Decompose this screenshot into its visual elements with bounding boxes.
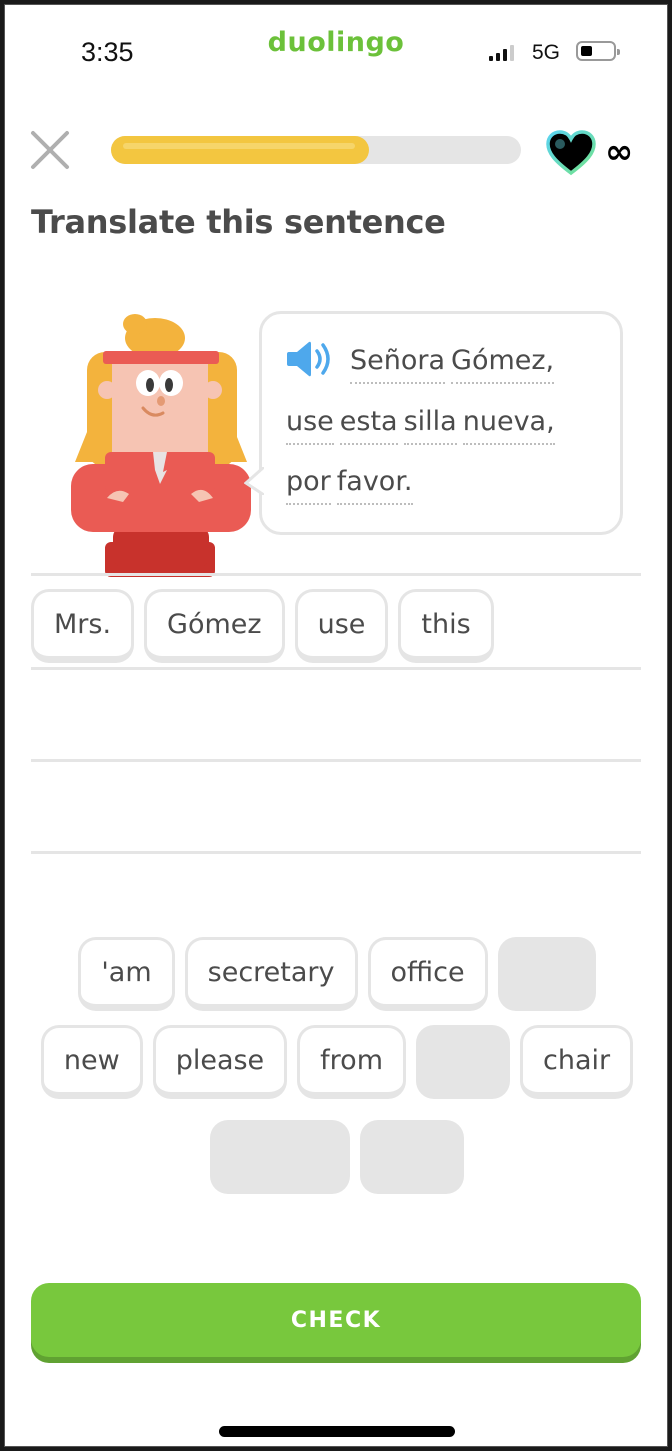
check-button[interactable]: CHECK	[31, 1283, 641, 1357]
word-bank-tile[interactable]: 'am	[78, 937, 175, 1011]
character-illustration	[71, 314, 251, 577]
answer-area: Mrs. Gómez use this	[31, 589, 494, 663]
word-bank-row: 'am secretary office	[5, 937, 667, 1011]
word-bank-tile[interactable]: please	[152, 1025, 288, 1099]
speech-bubble-tail	[244, 467, 264, 495]
prompt-word[interactable]: por	[286, 465, 331, 505]
prompt-word[interactable]: Señora	[350, 344, 446, 384]
prompt-line: use esta silla nueva,	[286, 405, 561, 445]
network-type: 5G	[532, 41, 561, 64]
battery-icon	[576, 41, 620, 61]
lesson-progress-bar	[111, 136, 521, 164]
prompt-word[interactable]: use	[286, 405, 334, 445]
lesson-progress-fill	[111, 136, 370, 164]
word-bank-tile[interactable]: chair	[520, 1025, 634, 1099]
word-bank-tile[interactable]: new	[40, 1025, 143, 1099]
word-bank-row: new please from chair	[5, 1025, 667, 1099]
answer-tile[interactable]: use	[294, 589, 389, 663]
answer-line	[31, 573, 641, 576]
word-bank-row	[5, 1120, 667, 1194]
app-brand: duolingo	[267, 27, 405, 58]
word-bank-tile[interactable]: from	[297, 1025, 407, 1099]
word-bank-placeholder	[360, 1120, 464, 1194]
app-screen: 3:35 duolingo 5G ∞ Translate this senten…	[4, 4, 668, 1447]
answer-line	[31, 667, 641, 670]
hearts-count: ∞	[605, 132, 634, 172]
prompt-line: por favor.	[286, 465, 419, 505]
close-button[interactable]	[29, 129, 71, 171]
prompt-word[interactable]: nueva,	[462, 405, 555, 445]
answer-line	[31, 759, 641, 762]
prompt-word[interactable]: silla	[403, 405, 457, 445]
prompt-line: Señora Gómez,	[350, 344, 560, 384]
answer-tile[interactable]: this	[398, 589, 494, 663]
word-bank-placeholder	[497, 937, 596, 1011]
answer-line	[31, 851, 641, 854]
answer-tile[interactable]: Mrs.	[31, 589, 135, 663]
heart-icon	[546, 130, 596, 176]
cellular-signal-icon	[489, 45, 514, 61]
status-bar: 3:35 duolingo 5G	[5, 5, 667, 95]
word-bank-tile[interactable]: secretary	[184, 937, 358, 1011]
prompt-word[interactable]: Gómez,	[451, 344, 555, 384]
close-icon	[31, 131, 69, 169]
home-indicator[interactable]	[219, 1426, 455, 1437]
word-bank-placeholder	[416, 1025, 511, 1099]
prompt-word[interactable]: favor.	[336, 465, 413, 505]
exercise-title: Translate this sentence	[31, 203, 446, 241]
word-bank-placeholder	[210, 1120, 350, 1194]
speaker-icon[interactable]	[285, 339, 333, 379]
answer-tile[interactable]: Gómez	[144, 589, 285, 663]
prompt-word[interactable]: esta	[339, 405, 398, 445]
word-bank-tile[interactable]: office	[367, 937, 488, 1011]
